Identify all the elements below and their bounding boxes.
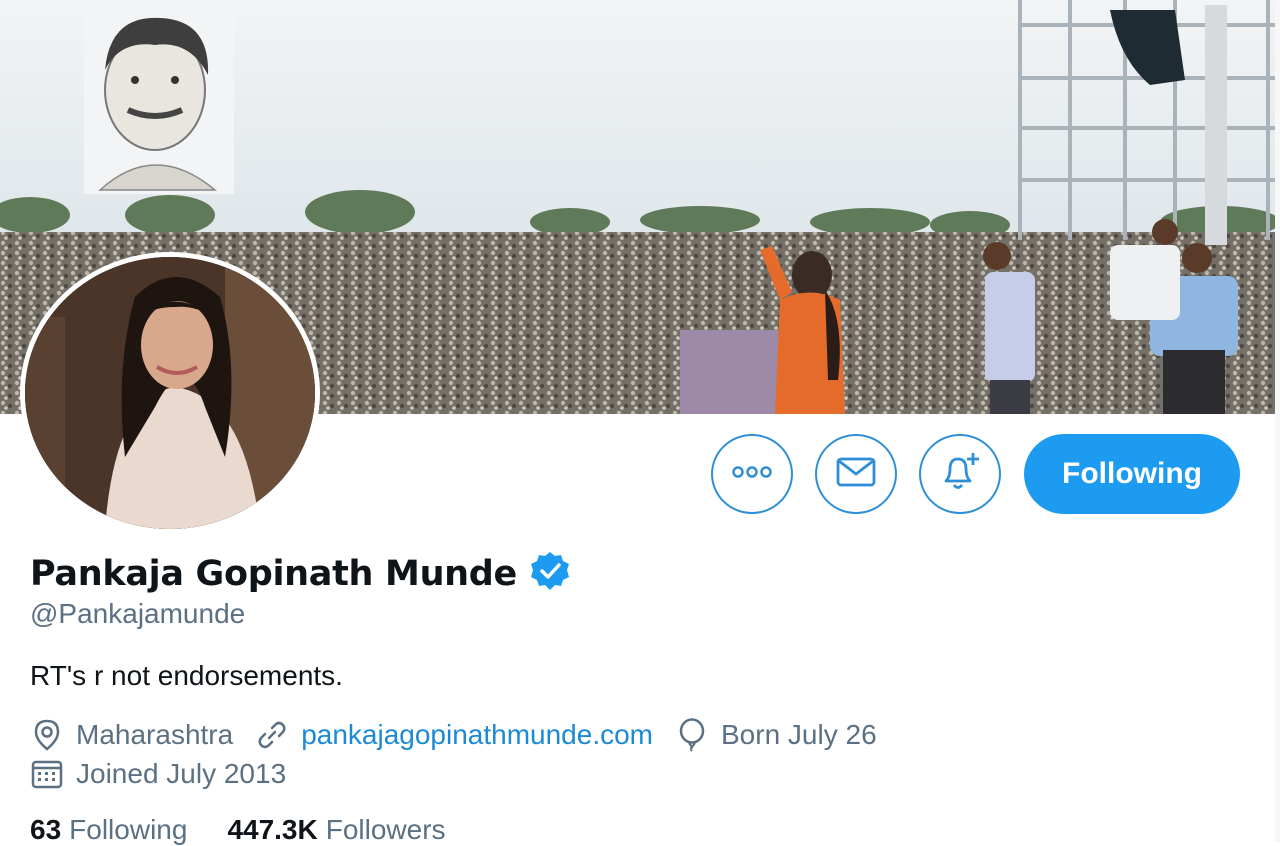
location-icon — [30, 718, 64, 752]
message-button[interactable] — [815, 434, 897, 514]
followers-stat-label: Followers — [325, 814, 446, 845]
notifications-button[interactable] — [919, 434, 1001, 514]
page-edge — [1275, 0, 1280, 843]
birthday-item: Born July 26 — [675, 718, 877, 752]
following-button[interactable]: Following — [1024, 434, 1240, 514]
location-text: Maharashtra — [76, 719, 234, 750]
avatar-photo — [25, 257, 315, 529]
location-item: Maharashtra — [30, 718, 233, 752]
profile-avatar[interactable] — [20, 252, 320, 534]
more-button[interactable] — [711, 434, 793, 514]
more-icon — [732, 465, 772, 483]
following-stat-label: Following — [69, 814, 188, 845]
joined-item: Joined July 2013 — [30, 757, 286, 791]
sketch-portrait — [84, 4, 234, 194]
balloon-icon — [675, 718, 709, 752]
profile-bio: RT's r not endorsements. — [30, 660, 343, 691]
followers-count: 447.3K — [227, 814, 318, 845]
following-stat[interactable]: 63 Following — [30, 814, 187, 846]
birthday-text: Born July 26 — [721, 719, 877, 750]
profile-handle: @Pankajamunde — [30, 598, 246, 629]
profile-name-row: Pankaja Gopinath Munde — [30, 550, 571, 597]
profile-name: Pankaja Gopinath Munde — [30, 553, 517, 594]
website-item[interactable]: pankajagopinathmunde.com — [255, 718, 653, 752]
bell-plus-icon — [938, 451, 982, 498]
mail-icon — [836, 457, 876, 492]
profile-meta-row: Maharashtra pankajagopinathmunde.com Bor… — [30, 718, 899, 752]
profile-joined-row: Joined July 2013 — [30, 757, 308, 791]
following-count: 63 — [30, 814, 62, 845]
calendar-icon — [30, 757, 64, 791]
joined-text: Joined July 2013 — [76, 758, 287, 789]
followers-stat[interactable]: 447.3K Followers — [227, 814, 445, 846]
link-icon — [255, 718, 289, 752]
verified-badge-icon — [529, 550, 571, 597]
profile-stats: 63 Following 447.3K Followers — [30, 814, 446, 846]
website-link[interactable]: pankajagopinathmunde.com — [301, 719, 653, 751]
